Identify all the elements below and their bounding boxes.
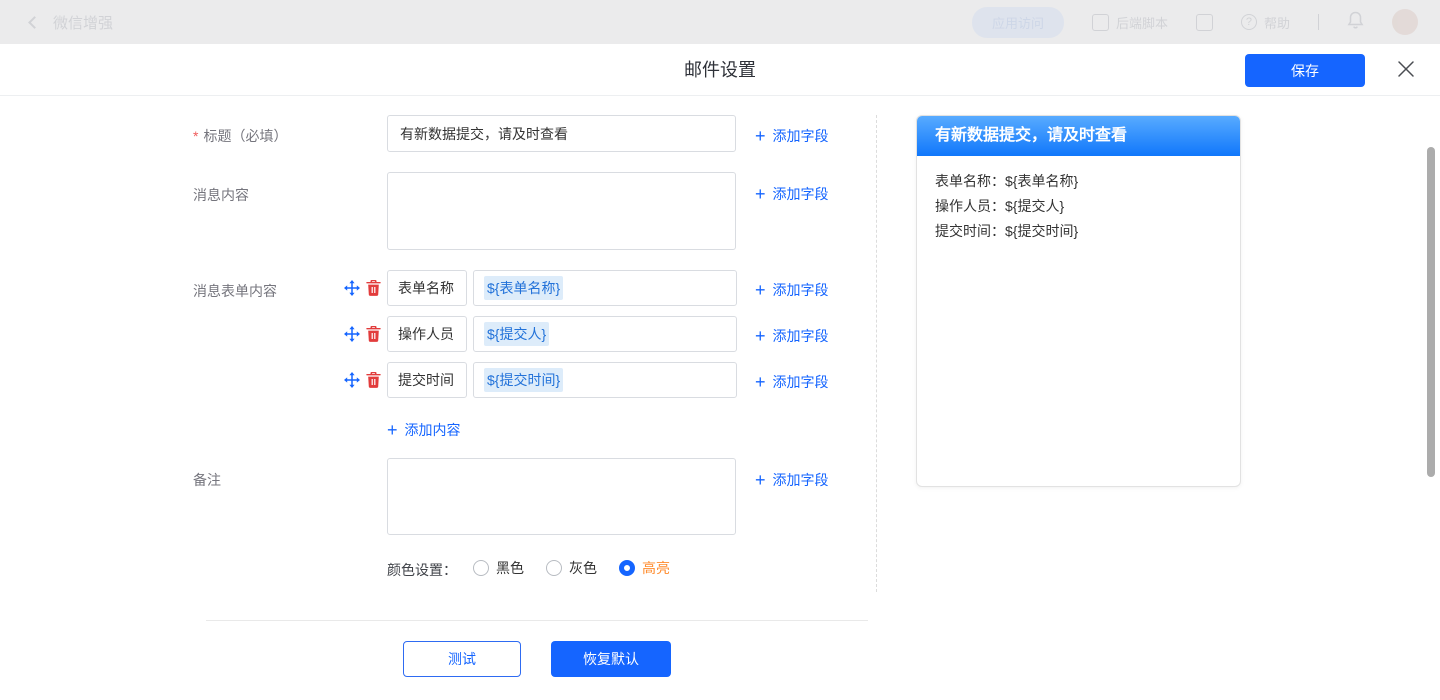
title-field-label: *标题（必填） <box>193 126 287 146</box>
row-name-input[interactable] <box>387 362 467 398</box>
script-icon <box>1092 14 1109 31</box>
field-token: ${表单名称} <box>484 276 563 300</box>
radio-black[interactable]: 黑色 <box>473 558 524 578</box>
trash-icon[interactable] <box>365 326 381 342</box>
section-dashed-divider <box>876 115 877 592</box>
row-token-input[interactable]: ${提交时间} <box>473 362 737 398</box>
preview-line: 表单名称：${表单名称} <box>935 169 1222 194</box>
plus-icon: + <box>755 375 766 389</box>
title-input[interactable] <box>387 115 736 152</box>
bell-icon <box>1347 11 1364 34</box>
add-field-link-row3[interactable]: + 添加字段 <box>755 372 829 392</box>
save-button[interactable]: 保存 <box>1245 54 1365 87</box>
test-button[interactable]: 测试 <box>403 641 521 677</box>
trash-icon[interactable] <box>365 372 381 388</box>
remark-textarea[interactable] <box>387 458 736 535</box>
preview-body: 表单名称：${表单名称} 操作人员：${提交人} 提交时间：${提交时间} <box>917 156 1240 244</box>
row-token-input[interactable]: ${表单名称} <box>473 270 737 306</box>
move-icon[interactable] <box>344 280 360 296</box>
move-icon[interactable] <box>344 372 360 388</box>
backend-script-button: 后端脚本 <box>1092 13 1168 32</box>
modal-title: 邮件设置 <box>0 44 1440 96</box>
add-field-link-remark[interactable]: + 添加字段 <box>755 470 829 490</box>
add-content-link[interactable]: + 添加内容 <box>387 420 461 440</box>
app-topbar: 微信增强 应用访问 后端脚本 ? 帮助 <box>0 0 1440 44</box>
app-access-pill-button: 应用访问 <box>972 7 1064 38</box>
color-setting-label: 颜色设置： <box>387 560 457 580</box>
user-avatar <box>1392 9 1418 35</box>
field-token: ${提交时间} <box>484 368 563 392</box>
add-field-link-row1[interactable]: + 添加字段 <box>755 280 829 300</box>
modal-header: 邮件设置 保存 <box>0 44 1440 96</box>
plus-icon: + <box>755 187 766 201</box>
radio-icon <box>546 560 562 576</box>
add-field-link-row2[interactable]: + 添加字段 <box>755 326 829 346</box>
vertical-scrollbar-thumb[interactable] <box>1427 147 1435 477</box>
preview-header: 有新数据提交，请及时查看 <box>917 116 1240 156</box>
plus-icon: + <box>755 283 766 297</box>
radio-checked-icon <box>619 560 635 576</box>
add-field-link-message[interactable]: + 添加字段 <box>755 184 829 204</box>
app-breadcrumb-title: 微信增强 <box>53 12 113 33</box>
question-icon: ? <box>1241 14 1257 30</box>
plus-icon: + <box>755 129 766 143</box>
plus-icon: + <box>387 423 398 437</box>
remark-field-label: 备注 <box>193 470 221 490</box>
back-chevron-icon <box>28 16 41 29</box>
row-token-input[interactable]: ${提交人} <box>473 316 737 352</box>
table-section-label: 消息表单内容 <box>193 281 277 301</box>
message-textarea[interactable] <box>387 172 736 250</box>
help-button: ? 帮助 <box>1241 13 1290 32</box>
message-field-label: 消息内容 <box>193 185 249 205</box>
preview-line: 提交时间：${提交时间} <box>935 219 1222 244</box>
field-token: ${提交人} <box>484 322 549 346</box>
row-name-input[interactable] <box>387 316 467 352</box>
code-icon <box>1196 14 1213 31</box>
radio-gray[interactable]: 灰色 <box>546 558 597 578</box>
trash-icon[interactable] <box>365 280 381 296</box>
topbar-divider <box>1318 14 1319 30</box>
email-preview-card: 有新数据提交，请及时查看 表单名称：${表单名称} 操作人员：${提交人} 提交… <box>916 115 1241 487</box>
radio-icon <box>473 560 489 576</box>
reset-default-button[interactable]: 恢复默认 <box>551 641 671 677</box>
preview-line: 操作人员：${提交人} <box>935 194 1222 219</box>
radio-highlight[interactable]: 高亮 <box>619 558 670 578</box>
footer-divider <box>206 620 868 621</box>
move-icon[interactable] <box>344 326 360 342</box>
close-icon[interactable] <box>1396 60 1416 80</box>
topbar-actions: 应用访问 后端脚本 ? 帮助 <box>972 7 1418 38</box>
required-asterisk: * <box>193 128 198 144</box>
plus-icon: + <box>755 473 766 487</box>
row-name-input[interactable] <box>387 270 467 306</box>
email-settings-modal: 邮件设置 保存 *标题（必填） + 添加字段 消息内容 + 添加字段 消息表单内… <box>0 44 1440 700</box>
add-field-link-title[interactable]: + 添加字段 <box>755 126 829 146</box>
plus-icon: + <box>755 329 766 343</box>
topbar-dimmed-content: 微信增强 应用访问 后端脚本 ? 帮助 <box>0 0 1440 44</box>
